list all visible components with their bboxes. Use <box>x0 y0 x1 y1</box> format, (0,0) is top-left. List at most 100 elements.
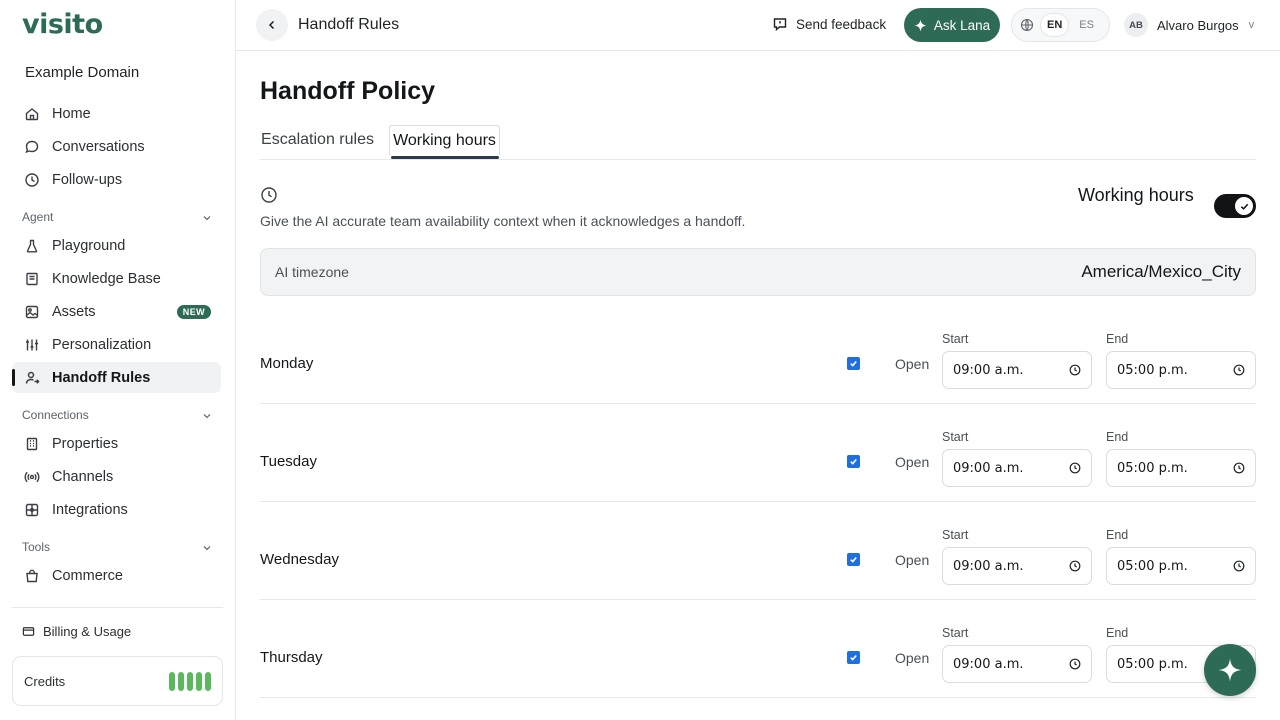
billing-usage-link[interactable]: Billing & Usage <box>22 624 131 639</box>
start-time-value: 09:00 a.m. <box>953 362 1024 378</box>
lang-en-option[interactable]: EN <box>1040 13 1070 37</box>
start-time-value: 09:00 a.m. <box>953 558 1024 574</box>
timezone-value: America/Mexico_City <box>1081 262 1241 281</box>
open-checkbox[interactable] <box>847 357 860 370</box>
user-name: Alvaro Burgos <box>1157 17 1239 33</box>
page-title: Handoff Rules <box>298 16 400 33</box>
day-row-tuesday: Tuesday Open Start 09:00 a.m. End 05:00 … <box>260 404 1256 502</box>
back-button[interactable] <box>256 9 288 41</box>
sidebar-item-label: Knowledge Base <box>52 270 161 287</box>
credits-card[interactable]: Credits <box>12 656 223 706</box>
broadcast-icon <box>24 469 40 485</box>
start-time-input[interactable]: 09:00 a.m. <box>942 645 1092 683</box>
sidebar-item-label: Personalization <box>52 336 152 353</box>
timezone-label: AI timezone <box>275 264 349 280</box>
sidebar-item-follow-ups[interactable]: Follow-ups <box>12 164 221 195</box>
end-label: End <box>1106 332 1129 346</box>
section-agent[interactable]: Agent <box>22 210 212 224</box>
start-label: Start <box>942 332 969 346</box>
end-label: End <box>1106 528 1129 542</box>
sidebar-item-properties[interactable]: Properties <box>12 428 221 459</box>
day-row-monday: Monday Open Start 09:00 a.m. End 05:00 p… <box>260 306 1256 404</box>
end-time-input[interactable]: 05:00 p.m. <box>1106 547 1256 585</box>
sidebar-item-integrations[interactable]: Integrations <box>12 494 221 525</box>
image-icon <box>24 304 40 320</box>
section-connections[interactable]: Connections <box>22 408 212 422</box>
check-icon <box>1240 203 1248 210</box>
end-time-value: 05:00 p.m. <box>1117 656 1188 672</box>
lang-es-option[interactable]: ES <box>1073 14 1100 36</box>
building-icon <box>24 436 40 452</box>
section-agent-label: Agent <box>22 210 54 224</box>
chevron-down-icon <box>202 542 212 552</box>
credit-bar <box>169 671 175 691</box>
sidebar-divider <box>12 607 223 608</box>
open-checkbox[interactable] <box>847 651 860 664</box>
start-time-value: 09:00 a.m. <box>953 460 1024 476</box>
tab-working-hours[interactable]: Working hours <box>389 125 500 155</box>
new-badge: NEW <box>176 304 211 319</box>
toggle-knob <box>1235 197 1253 215</box>
sidebar-item-playground[interactable]: Playground <box>12 230 221 261</box>
shopping-bag-icon <box>24 568 40 584</box>
book-icon <box>24 271 40 287</box>
language-switcher: EN ES <box>1011 8 1110 42</box>
sidebar-item-commerce[interactable]: Commerce <box>12 560 221 591</box>
section-tools[interactable]: Tools <box>22 540 212 554</box>
send-feedback-button[interactable]: Send feedback <box>772 16 886 32</box>
start-time-input[interactable]: 09:00 a.m. <box>942 351 1092 389</box>
working-hours-toggle[interactable] <box>1214 194 1256 218</box>
sidebar-item-label: Playground <box>52 237 126 254</box>
check-icon <box>850 654 857 661</box>
sidebar-item-channels[interactable]: Channels <box>12 461 221 492</box>
end-label: End <box>1106 626 1129 640</box>
open-label: Open <box>895 552 930 568</box>
end-time-input[interactable]: 05:00 p.m. <box>1106 449 1256 487</box>
logo[interactable]: visito <box>22 9 103 40</box>
working-hours-description: Give the AI accurate team availability c… <box>260 213 746 229</box>
sidebar-item-label: Follow-ups <box>52 171 123 188</box>
clock-icon <box>1069 560 1081 572</box>
end-time-input[interactable]: 05:00 p.m. <box>1106 351 1256 389</box>
open-checkbox[interactable] <box>847 455 860 468</box>
sidebar-item-label: Home <box>52 105 91 122</box>
sparkle-icon <box>1218 658 1242 682</box>
chevron-down-icon <box>202 410 212 420</box>
ai-assistant-fab[interactable] <box>1204 644 1256 696</box>
start-label: Start <box>942 528 969 542</box>
sidebar-item-handoff-rules[interactable]: Handoff Rules <box>12 362 221 393</box>
active-indicator <box>12 369 15 386</box>
day-name: Wednesday <box>260 551 339 568</box>
send-feedback-label: Send feedback <box>796 16 887 32</box>
sidebar-item-personalization[interactable]: Personalization <box>12 329 221 360</box>
sidebar-item-assets[interactable]: Assets NEW <box>12 296 221 327</box>
day-row-thursday: Thursday Open Start 09:00 a.m. End 05:00… <box>260 600 1256 698</box>
credit-bar <box>187 671 193 691</box>
user-menu[interactable]: AB Alvaro Burgos v <box>1124 13 1254 37</box>
start-time-input[interactable]: 09:00 a.m. <box>942 449 1092 487</box>
workspace-name[interactable]: Example Domain <box>25 64 139 81</box>
tabs-divider <box>260 159 1256 160</box>
sidebar-item-home[interactable]: Home <box>12 98 221 129</box>
day-row-wednesday: Wednesday Open Start 09:00 a.m. End 05:0… <box>260 502 1256 600</box>
ask-lana-label: Ask Lana <box>933 17 991 33</box>
clock-icon <box>1069 462 1081 474</box>
start-label: Start <box>942 430 969 444</box>
end-label: End <box>1106 430 1129 444</box>
day-name: Monday <box>260 355 314 372</box>
sidebar-item-knowledge-base[interactable]: Knowledge Base <box>12 263 221 294</box>
puzzle-icon <box>24 502 40 518</box>
tab-escalation-rules[interactable]: Escalation rules <box>260 125 375 155</box>
start-time-input[interactable]: 09:00 a.m. <box>942 547 1092 585</box>
chevron-down-icon <box>202 212 212 222</box>
timezone-field[interactable]: AI timezone America/Mexico_City <box>260 248 1256 296</box>
day-name: Tuesday <box>260 453 317 470</box>
end-time-value: 05:00 p.m. <box>1117 362 1188 378</box>
sidebar-item-conversations[interactable]: Conversations <box>12 131 221 162</box>
top-header: Handoff Rules Send feedback Ask Lana EN … <box>236 0 1280 51</box>
flask-icon <box>24 238 40 254</box>
sidebar: visito Example Domain Home Conversations… <box>0 0 236 720</box>
ask-lana-button[interactable]: Ask Lana <box>904 8 1000 42</box>
open-checkbox[interactable] <box>847 553 860 566</box>
open-label: Open <box>895 650 930 666</box>
